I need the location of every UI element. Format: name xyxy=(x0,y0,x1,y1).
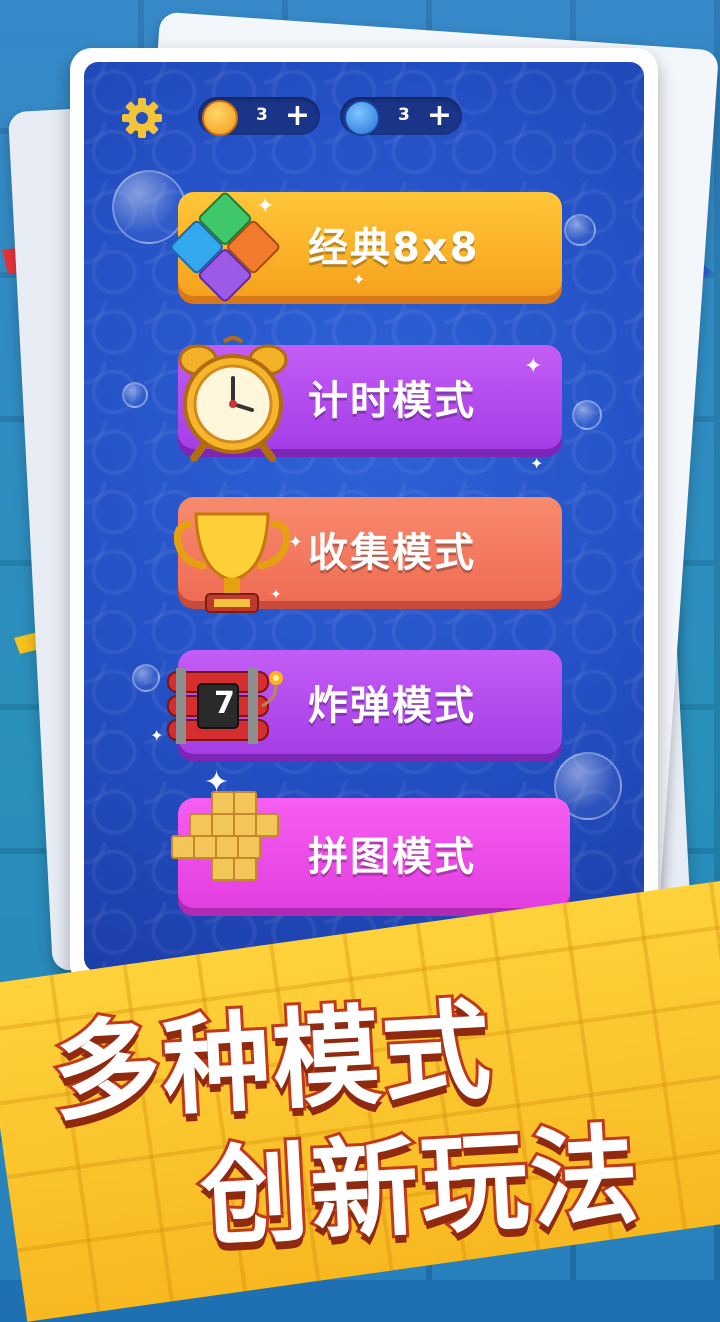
sparkle-icon: ✦ xyxy=(204,765,230,800)
sparkle-icon: ✦ xyxy=(270,587,282,603)
gold-coin-count: 3 xyxy=(256,105,268,125)
dynamite-timer-digit: 7 xyxy=(214,686,235,721)
blue-coin-count: 3 xyxy=(398,105,410,125)
blue-gem-coin-icon xyxy=(344,100,380,136)
blue-coin-counter: 3 + xyxy=(340,97,462,136)
trophy-icon xyxy=(174,512,290,613)
bomb-mode-label: 炸弹模式 xyxy=(308,683,476,729)
sparkle-icon: ✦ xyxy=(256,194,275,219)
sparkle-icon: ✦ xyxy=(524,354,543,379)
sparkle-icon: ✦ xyxy=(288,532,304,553)
gold-coin-counter: 3 + xyxy=(198,97,320,136)
puzzle-mode-label: 拼图模式 xyxy=(308,834,476,880)
gold-coin-icon xyxy=(202,100,238,136)
puzzle-blocks-icon xyxy=(171,791,279,881)
bubble xyxy=(132,664,160,692)
add-blue-button[interactable]: + xyxy=(427,97,452,135)
sparkle-icon: ✦ xyxy=(530,454,544,473)
classic-mode-label: 经典8x8 xyxy=(308,225,480,271)
collect-mode-label: 收集模式 xyxy=(308,530,476,576)
add-gold-button[interactable]: + xyxy=(285,97,310,135)
slogan-line-2: 创新玩法 xyxy=(195,1111,647,1265)
gear-icon[interactable] xyxy=(120,96,164,140)
sparkle-icon: ✦ xyxy=(150,726,164,745)
bubble xyxy=(572,400,602,430)
sparkle-icon: ✦ xyxy=(352,270,366,289)
bubble xyxy=(564,214,596,246)
alarm-clock-icon xyxy=(178,336,288,462)
bubble xyxy=(122,382,148,408)
